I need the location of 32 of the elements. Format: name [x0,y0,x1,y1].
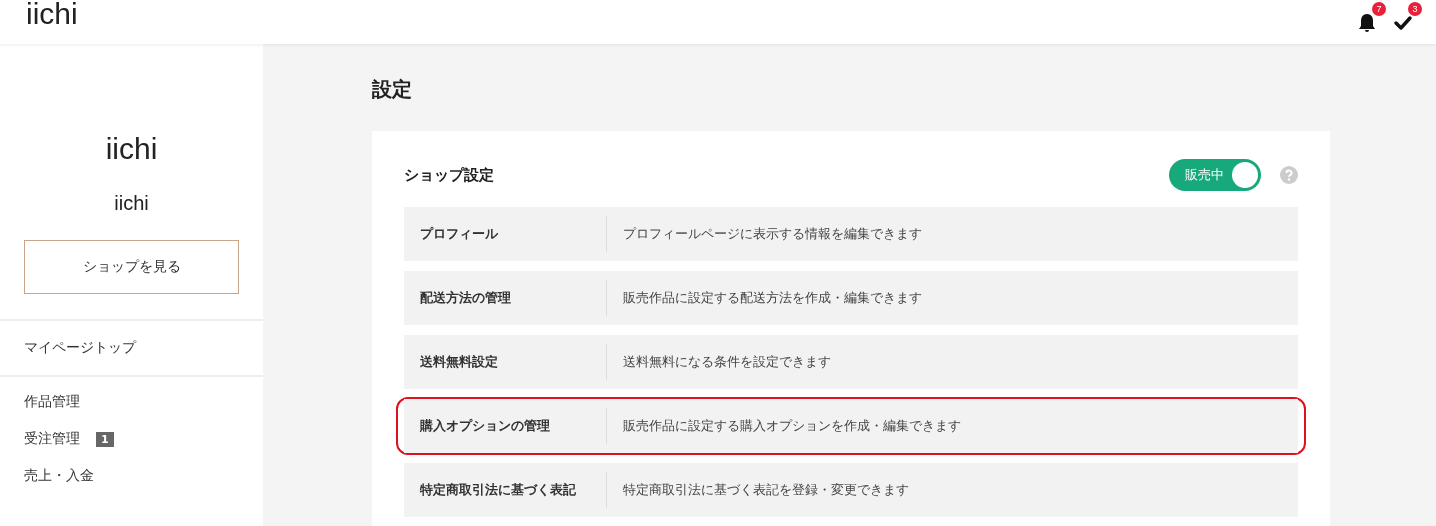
sidebar-link[interactable]: マイページトップ [24,339,136,355]
row-description: 特定商取引法に基づく表記を登録・変更できます [622,481,909,499]
notification-badge: 7 [1372,2,1386,16]
row-label: 特定商取引法に基づく表記 [404,472,607,508]
user-name: iichi [113,192,150,215]
row-description: プロフィールページに表示する情報を編集できます [622,225,922,243]
tasks-badge: 3 [1408,2,1422,16]
bell-icon [1356,12,1378,34]
settings-row[interactable]: 特定商取引法に基づく表記 特定商取引法に基づく表記を登録・変更できます [404,463,1298,517]
help-icon[interactable] [1280,166,1298,184]
sidebar-link[interactable]: 売上・入金 [24,467,94,485]
settings-row[interactable]: 配送方法の管理 販売作品に設定する配送方法を作成・編集できます [404,271,1298,325]
settings-row[interactable]: プロフィール プロフィールページに表示する情報を編集できます [404,207,1298,261]
notification-button[interactable]: 7 [1354,2,1386,36]
shop-name: iichi [104,132,159,166]
tasks-button[interactable]: 3 [1390,2,1422,36]
settings-row[interactable]: 購入オプションの管理 販売作品に設定する購入オプションを作成・編集できます [404,399,1298,453]
row-label: 配送方法の管理 [404,280,607,316]
count-badge: 1 [96,431,114,447]
section-title: ショップ設定 [404,165,494,185]
page-title: 設定 [372,76,413,103]
settings-row[interactable]: 送料無料設定 送料無料になる条件を設定できます [404,335,1298,389]
row-description: 送料無料になる条件を設定できます [622,353,831,371]
row-description: 販売作品に設定する配送方法を作成・編集できます [622,289,922,307]
row-label: プロフィール [404,216,607,252]
row-label: 送料無料設定 [404,344,607,380]
sidebar-link[interactable]: 受注管理 [24,430,80,448]
row-description: 販売作品に設定する購入オプションを作成・編集できます [622,417,961,435]
sidebar-link[interactable]: 作品管理 [24,393,80,411]
view-shop-button[interactable]: ショップを見る [24,240,239,294]
row-label: 購入オプションの管理 [404,408,607,444]
logo[interactable]: iichi [26,0,78,31]
